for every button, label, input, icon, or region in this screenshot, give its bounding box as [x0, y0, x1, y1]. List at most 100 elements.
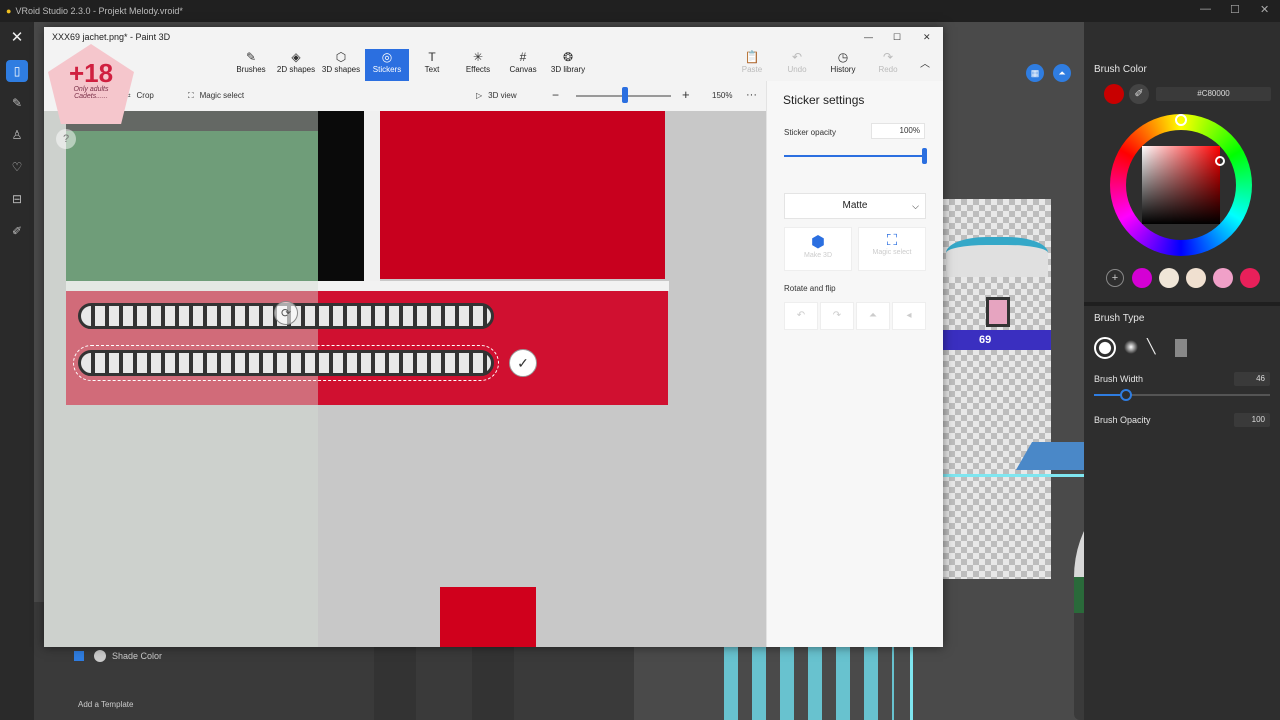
shade-color-swatch[interactable] [94, 650, 106, 662]
current-color-swatch[interactable] [1104, 84, 1124, 104]
brush-opacity-value[interactable]: 100 [1234, 413, 1270, 427]
zoom-slider-handle[interactable] [622, 87, 628, 103]
pose-view-button[interactable]: ⏶ [1053, 64, 1071, 82]
crop-button[interactable]: ⌗ Crop [126, 91, 154, 101]
zoom-in-icon[interactable]: + [682, 87, 690, 102]
panel-divider [1084, 302, 1280, 306]
text-icon: T [428, 50, 436, 64]
view-grid-button[interactable]: ▦ [1026, 64, 1044, 82]
more-options-icon[interactable]: ··· [746, 89, 757, 101]
preset-swatch-2[interactable] [1159, 268, 1179, 288]
3d-view-button[interactable]: ▷ 3D view [476, 91, 517, 100]
sticker-settings-title: Sticker settings [783, 93, 865, 107]
zoom-out-icon[interactable]: − [552, 88, 559, 102]
exit-icon[interactable]: ✕ [6, 26, 28, 48]
preset-swatch-3[interactable] [1186, 268, 1206, 288]
undo-icon: ↶ [791, 50, 803, 64]
hex-color-field[interactable]: #C80000 [1156, 87, 1271, 101]
tool-history[interactable]: ◷ History [821, 49, 865, 81]
brush-type-soft-icon[interactable] [1124, 340, 1138, 354]
paint3d-titlebar: XXX69 jachet.png* - Paint 3D — ☐ ✕ [44, 27, 943, 47]
wheel-handle[interactable] [1175, 114, 1187, 126]
texture-jacket-strip: 69 [943, 330, 1051, 350]
3d-shapes-icon: ⬡ [335, 50, 347, 64]
preset-swatch-5[interactable] [1240, 268, 1260, 288]
brush-type-texture-icon[interactable] [1175, 339, 1187, 357]
tool-text[interactable]: T Text [410, 49, 454, 81]
brush-width-value[interactable]: 46 [1234, 372, 1270, 386]
canvas-area[interactable]: ⟳ ✓ ? [44, 111, 766, 647]
close-icon[interactable]: ✕ [1260, 3, 1269, 16]
sticker-opacity-value[interactable]: 100% [871, 123, 925, 139]
tool-stickers[interactable]: ◎ Stickers [365, 49, 409, 81]
confirm-sticker-button[interactable]: ✓ [509, 349, 537, 377]
tool-canvas[interactable]: # Canvas [501, 49, 545, 81]
hair-tab-icon[interactable]: ✎ [6, 92, 28, 114]
preset-swatch-4[interactable] [1213, 268, 1233, 288]
accessory-tab-icon[interactable]: ⊟ [6, 188, 28, 210]
minimize-icon[interactable]: — [1200, 3, 1211, 15]
p3d-minimize-icon[interactable]: — [864, 27, 873, 47]
help-icon[interactable]: ? [56, 129, 76, 149]
character-legs [374, 647, 514, 720]
magic-select-button[interactable]: ⛶ Magic select [188, 91, 244, 101]
zipper-sticker-2[interactable] [73, 345, 499, 381]
rotate-handle-icon[interactable]: ⟳ [274, 301, 298, 325]
tool-redo[interactable]: ↷ Redo [866, 49, 910, 81]
add-template-button[interactable]: Add a Template [78, 700, 133, 709]
tool-paste[interactable]: 📋 Paste [730, 49, 774, 81]
paint3d-toolbar: ✎ Brushes ◈ 2D shapes ⬡ 3D shapes ◎ Stickers… [44, 47, 943, 81]
brush-opacity-label: Brush Opacity [1094, 415, 1151, 425]
outfit-tab-icon[interactable]: ♡ [6, 156, 28, 178]
maximize-icon[interactable]: ☐ [1230, 3, 1240, 16]
look-tab-icon[interactable]: ✐ [6, 220, 28, 242]
square-handle[interactable] [1215, 156, 1225, 166]
brush-color-label: Brush Color [1094, 64, 1147, 75]
brush-width-label: Brush Width [1094, 374, 1144, 384]
tool-brushes[interactable]: ✎ Brushes [229, 49, 273, 81]
brush-type-line-icon[interactable]: ╲ [1147, 338, 1155, 355]
canvas-white-divider [364, 111, 380, 283]
shade-color-checkbox[interactable] [74, 651, 84, 661]
sticker-settings-panel: Sticker settings Sticker opacity 100% Ma… [766, 81, 943, 647]
texture-hair-block [946, 237, 1048, 277]
rotate-flip-label: Rotate and flip [784, 284, 836, 293]
history-icon: ◷ [837, 50, 849, 64]
tool-undo[interactable]: ↶ Undo [775, 49, 819, 81]
sticker-opacity-handle[interactable] [922, 148, 927, 164]
p3d-maximize-icon[interactable]: ☐ [893, 27, 901, 47]
flip-vertical-icon[interactable]: ⏶ [856, 302, 890, 330]
saturation-square[interactable] [1142, 146, 1220, 224]
tool-3d-library[interactable]: ❂ 3D library [546, 49, 590, 81]
brush-type-round-icon[interactable] [1094, 337, 1116, 359]
vroid-window-title: VRoid Studio 2.3.0 - Projekt Melody.vroi… [15, 6, 183, 16]
make-3d-button[interactable]: ⬢ Make 3D [784, 227, 852, 271]
shade-color-row[interactable]: Shade Color [74, 648, 234, 664]
magic-select-panel-icon: ⛶ [886, 232, 898, 249]
eyedropper-icon[interactable]: ✐ [1129, 84, 1149, 104]
preset-swatch-1[interactable] [1132, 268, 1152, 288]
tool-effects[interactable]: ✳ Effects [456, 49, 500, 81]
zoom-value[interactable]: 150% [712, 91, 732, 100]
tool-3d-shapes[interactable]: ⬡ 3D shapes [319, 49, 363, 81]
rotate-left-icon[interactable]: ↶ [784, 302, 818, 330]
2d-shapes-icon: ◈ [291, 50, 301, 64]
rotate-right-icon[interactable]: ↷ [820, 302, 854, 330]
body-tab-icon[interactable]: ♙ [6, 124, 28, 146]
finish-dropdown[interactable]: Matte ⌵ [784, 193, 926, 219]
effects-icon: ✳ [472, 50, 484, 64]
canvas-red-patch [440, 587, 536, 647]
magic-select-panel-button[interactable]: ⛶ Magic select [858, 227, 926, 271]
add-swatch-icon[interactable]: + [1106, 269, 1124, 287]
collapse-toolbar-icon[interactable]: ︿ [920, 55, 930, 70]
sticker-opacity-slider[interactable] [784, 155, 926, 157]
3d-library-icon: ❂ [562, 50, 574, 64]
flip-horizontal-icon[interactable]: ◂ [892, 302, 926, 330]
face-tab-icon[interactable]: ▯ [6, 60, 28, 82]
3d-view-icon: ▷ [476, 91, 483, 100]
tool-2d-shapes[interactable]: ◈ 2D shapes [274, 49, 318, 81]
badge-line2: Cadets...... [74, 93, 108, 100]
brush-width-handle[interactable] [1120, 389, 1132, 401]
p3d-close-icon[interactable]: ✕ [923, 27, 931, 47]
shade-color-label: Shade Color [112, 651, 163, 661]
